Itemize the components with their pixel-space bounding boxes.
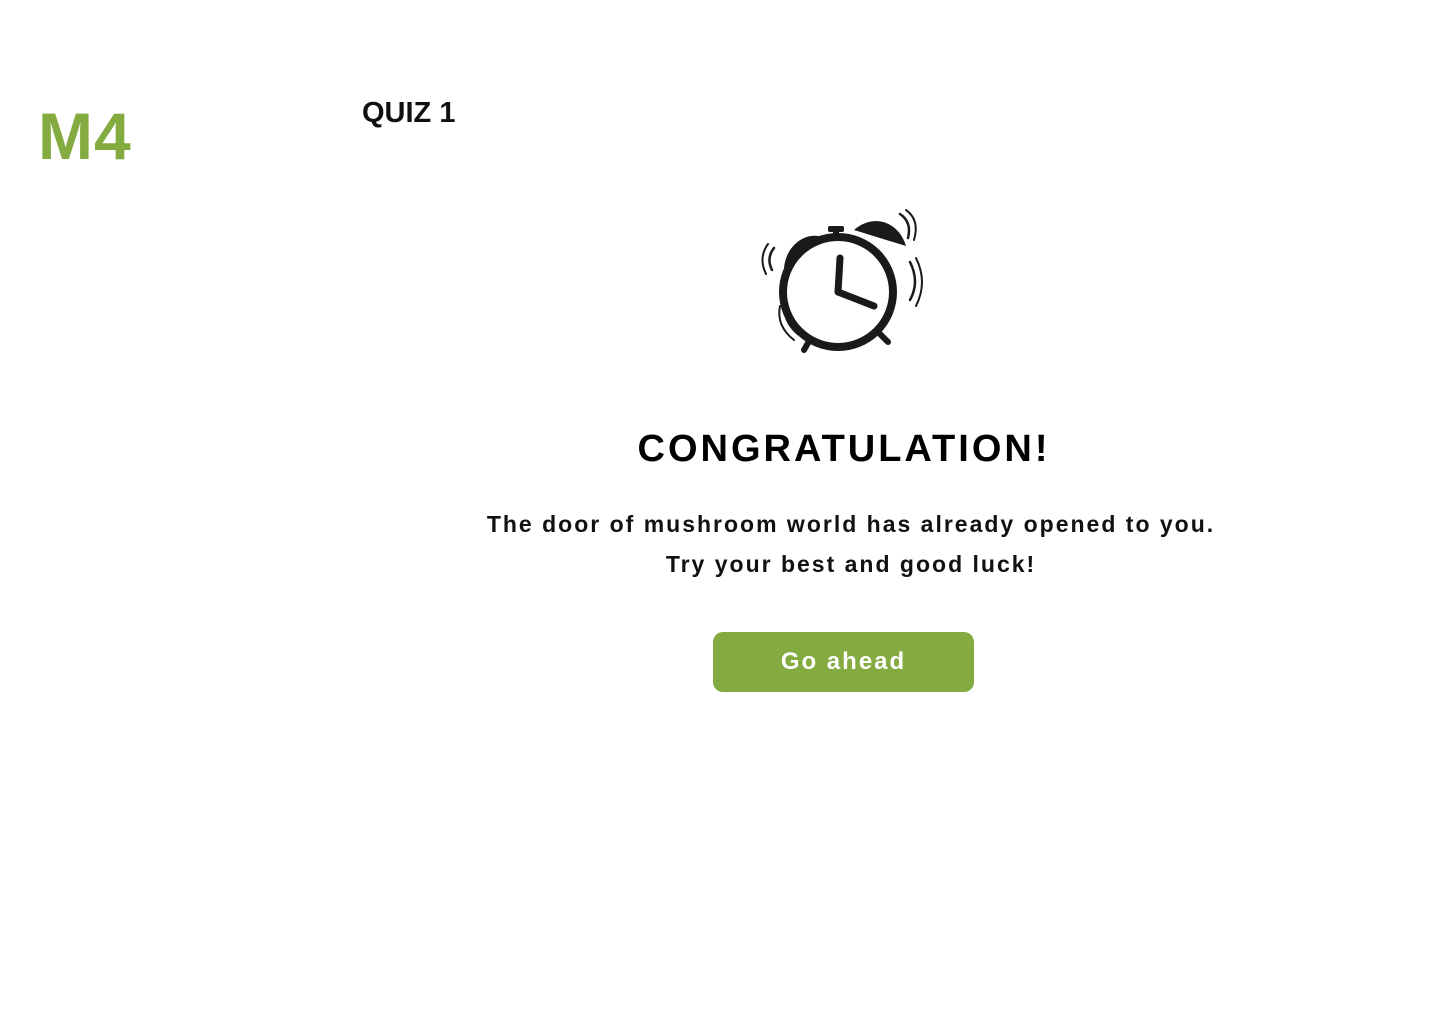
quiz-title: QUIZ 1 xyxy=(362,97,456,129)
alarm-clock-icon xyxy=(761,209,923,353)
congratulation-heading: CONGRATULATION! xyxy=(637,428,1051,470)
app-logo: M4 xyxy=(38,99,132,173)
welcome-message: The door of mushroom world has already o… xyxy=(0,504,1440,584)
go-ahead-button[interactable]: Go ahead xyxy=(713,632,974,692)
message-line: Try your best and good luck! xyxy=(665,551,1037,577)
message-line: The door of mushroom world has already o… xyxy=(486,511,1216,537)
